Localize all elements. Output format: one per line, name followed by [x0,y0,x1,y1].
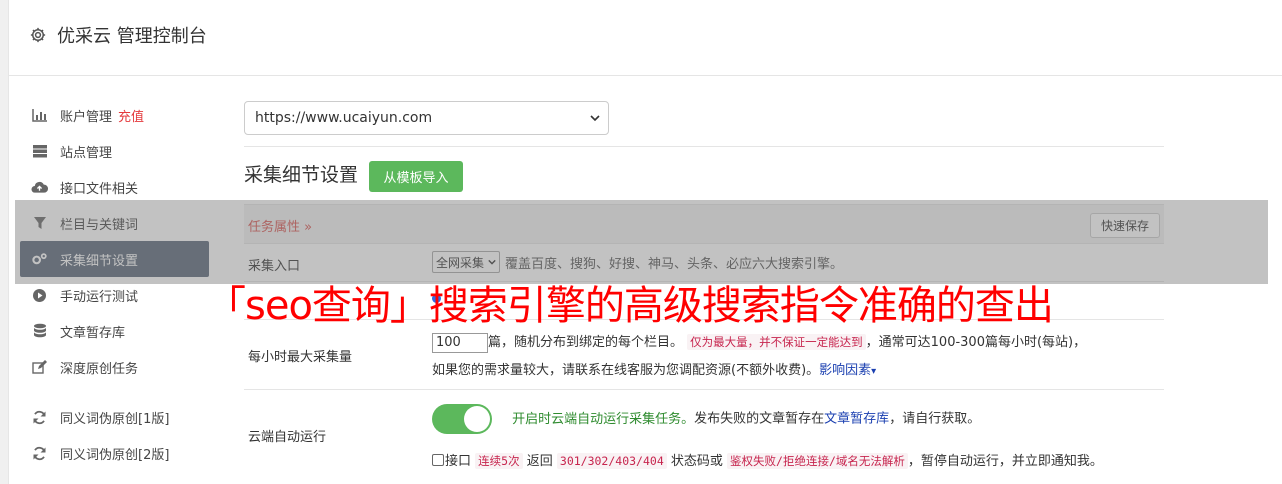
influence-factors-link[interactable]: 影响因素 [819,363,871,378]
refresh-icon [31,409,48,426]
per-hour-text-2: ，通常可达100-300篇每小时(每站)， [865,335,1087,350]
per-hour-text-3: 如果您的需求量较大，请联系在线客服为您调配资源(不额外收费)。 [432,363,820,378]
site-select-value: https://www.ucaiyun.com [255,110,433,126]
database-icon [31,323,48,340]
sidebar-item-synonym-v2[interactable]: 同义词伪原创[2版] [20,435,210,471]
row-cloud-auto: 云端自动运行 开启时云端自动运行采集任务。发布失败的文章暂存在文章暂存库，请自行… [244,390,1164,480]
pause-checkbox[interactable] [432,454,444,466]
divider [244,146,1164,147]
sidebar-item-label: 接口文件相关 [60,181,139,197]
sidebar-item-label: 同义词伪原创[2版] [60,447,170,463]
sidebar-item-label: 深度原创任务 [60,361,139,377]
toggle-knob [464,406,490,432]
sidebar-item-sites[interactable]: 站点管理 [20,133,210,169]
play-circle-icon [31,287,48,304]
server-icon [31,143,48,160]
highlight-errors: 鉴权失败/拒绝连接/域名无法解析 [727,453,908,469]
row-label: 每小时最大采集量 [248,350,353,365]
chevron-double-down-icon: ▾ [871,366,877,377]
cloud-text-status: 状态码或 [670,454,723,469]
sidebar-item-label: 账户管理 [60,109,113,125]
sidebar-item-label: 手动运行测试 [60,289,139,305]
checkbox-label: 接口 [445,454,472,469]
refresh-icon [31,445,48,462]
cloud-auto-toggle[interactable] [432,404,492,434]
recharge-link[interactable]: 充值 [118,106,144,125]
sidebar-item-label: 同义词伪原创[1版] [60,411,170,427]
article-store-link[interactable]: 文章暂存库 [824,412,889,427]
cloud-upload-icon [31,179,48,196]
gear-icon [30,27,46,43]
cloud-text-return: 返回 [526,454,553,469]
section-title: 采集细节设置 [244,164,359,186]
gray-overlay-band [15,200,1268,284]
sidebar-item-label: 站点管理 [60,145,113,161]
highlight-status-codes: 301/302/403/404 [556,453,667,469]
sidebar-divider [20,385,210,399]
main-content: https://www.ucaiyun.com 采集细节设置 从模板导入 任务属… [244,101,1164,469]
cloud-auto-text-2: ，请自行获取。 [889,411,981,427]
sidebar-item-label: 文章暂存库 [60,325,126,341]
row-per-hour: 每小时最大采集量 100 篇，随机分布到绑定的每个栏目。 仅为最大量，并不保证一定… [244,320,1164,390]
cloud-auto-text: 发布失败的文章暂存在 [694,411,825,427]
sidebar-item-synonym-v1[interactable]: 同义词伪原创[1版] [20,399,210,435]
sidebar: 账户管理 充值 站点管理 接口文件相关 栏目与关键词 采集细节设置 手动运行测试 [20,97,210,471]
bar-chart-icon [31,107,48,124]
edit-icon [31,359,48,376]
sidebar-item-article-store[interactable]: 文章暂存库 [20,313,210,349]
site-select[interactable]: https://www.ucaiyun.com [244,101,609,135]
highlight-consecutive: 连续5次 [475,453,523,469]
sidebar-item-account[interactable]: 账户管理 充值 [20,97,210,133]
highlight-note: 仅为最大量，并不保证一定能达到 [687,334,866,350]
header: 优采云 管理控制台 [9,0,1282,76]
cloud-text-notify: ，暂停自动运行，并立即通知我。 [907,454,1103,469]
chevron-down-icon [590,115,600,122]
sidebar-item-deep-original[interactable]: 深度原创任务 [20,349,210,385]
per-hour-input[interactable]: 100 [432,332,488,353]
page-title: 优采云 管理控制台 [57,26,207,47]
banner-title: 「seo查询」搜索引擎的高级搜索指令准确的查出 [206,283,1054,329]
cloud-auto-green-text: 开启时云端自动运行采集任务。 [512,411,695,427]
import-template-button[interactable]: 从模板导入 [369,161,463,192]
per-hour-text: 篇，随机分布到绑定的每个栏目。 [488,335,684,350]
row-label: 云端自动运行 [248,430,327,445]
